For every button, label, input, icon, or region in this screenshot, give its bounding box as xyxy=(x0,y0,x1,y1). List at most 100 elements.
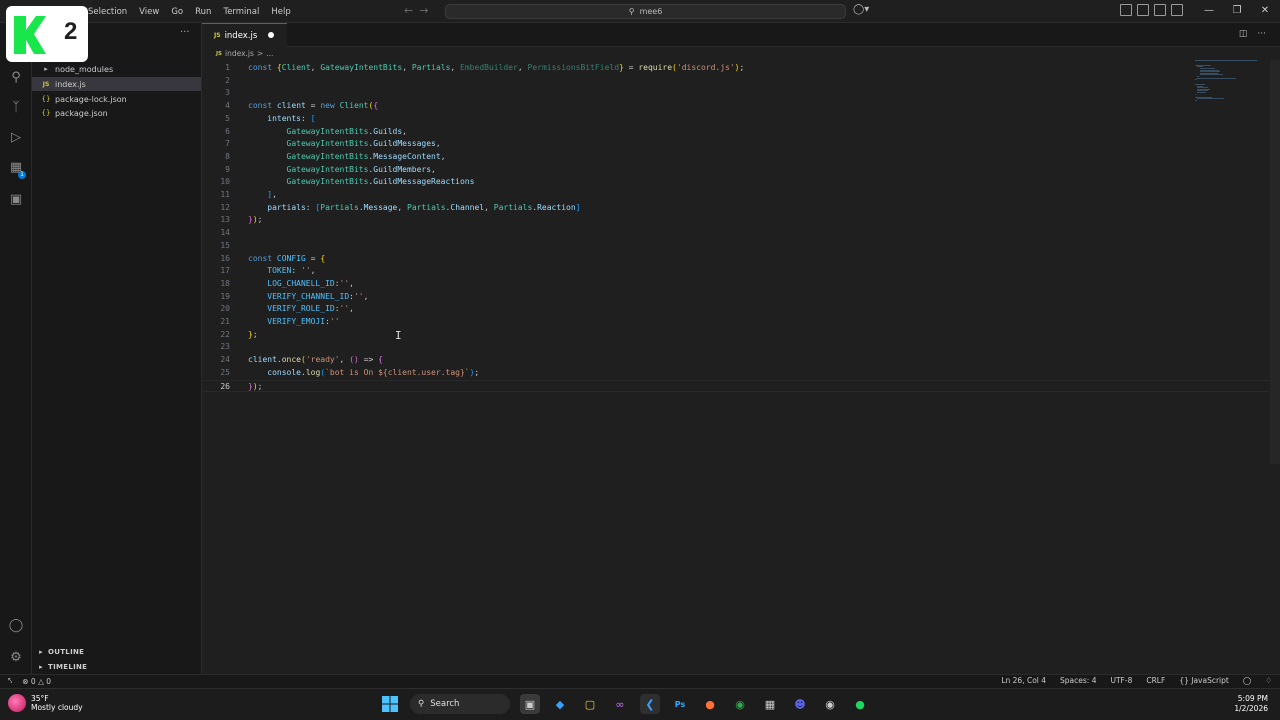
account-icon[interactable]: ◯ xyxy=(7,616,25,634)
copilot-app-icon[interactable]: ◆ xyxy=(550,694,570,714)
line-number[interactable]: 3 xyxy=(202,87,230,100)
line-number[interactable]: 1 xyxy=(202,62,230,75)
code-text[interactable]: GatewayIntentBits.Guilds, xyxy=(248,126,407,139)
line-number[interactable]: 20 xyxy=(202,303,230,316)
line-number[interactable]: 7 xyxy=(202,138,230,151)
code-text[interactable]: GatewayIntentBits.GuildMembers, xyxy=(248,164,436,177)
line-number[interactable]: 18 xyxy=(202,278,230,291)
code-line[interactable]: 10 GatewayIntentBits.GuildMessageReactio… xyxy=(202,176,1270,189)
menu-help[interactable]: Help xyxy=(265,7,296,17)
line-number[interactable]: 19 xyxy=(202,291,230,304)
code-line[interactable]: 1 const {Client, GatewayIntentBits, Parti… xyxy=(202,62,1270,75)
customize-layout-icon[interactable] xyxy=(1171,4,1183,16)
code-line[interactable]: 24 client.once('ready', () => { xyxy=(202,354,1270,367)
code-line[interactable]: 3 xyxy=(202,87,1270,100)
end-of-line[interactable]: CRLF xyxy=(1146,676,1165,685)
line-number[interactable]: 16 xyxy=(202,253,230,266)
discord-icon[interactable]: ☻ xyxy=(790,694,810,714)
line-number[interactable]: 2 xyxy=(202,75,230,88)
code-text[interactable]: console.log(`bot is On ${client.user.tag… xyxy=(248,367,479,380)
code-text[interactable]: LOG_CHANELL_ID:'', xyxy=(248,278,354,291)
taskbar-clock[interactable]: 5:09 PM 1/2/2026 xyxy=(1234,694,1268,714)
tree-item-package-lock-json[interactable]: {} package-lock.json xyxy=(32,92,201,106)
menu-view[interactable]: View xyxy=(133,7,165,17)
close-icon[interactable]: ✕ xyxy=(1251,2,1279,20)
run-debug-icon[interactable]: ▷ xyxy=(7,128,25,146)
code-line[interactable]: 25 console.log(`bot is On ${client.user.… xyxy=(202,367,1270,380)
encoding[interactable]: UTF-8 xyxy=(1110,676,1132,685)
code-text[interactable]: }; xyxy=(248,329,258,342)
visual-studio-icon[interactable]: ∞ xyxy=(610,694,630,714)
code-line[interactable]: 9 GatewayIntentBits.GuildMembers, xyxy=(202,164,1270,177)
code-line[interactable]: 13}); xyxy=(202,214,1270,227)
code-line[interactable]: 15 xyxy=(202,240,1270,253)
code-line[interactable]: 20 VERIFY_ROLE_ID:'', xyxy=(202,303,1270,316)
code-line[interactable]: 4 const client = new Client({ xyxy=(202,100,1270,113)
line-number[interactable]: 21 xyxy=(202,316,230,329)
taskbar-search[interactable]: ⚲ Search xyxy=(410,694,510,714)
code-text[interactable]: GatewayIntentBits.GuildMessageReactions xyxy=(248,176,475,189)
code-text[interactable]: GatewayIntentBits.MessageContent, xyxy=(248,151,446,164)
code-line[interactable]: 5 intents: [ xyxy=(202,113,1270,126)
firefox-icon[interactable]: ● xyxy=(700,694,720,714)
code-text[interactable]: GatewayIntentBits.GuildMessages, xyxy=(248,138,441,151)
copilot-icon[interactable]: ◯▾ xyxy=(853,4,869,15)
line-number[interactable]: 15 xyxy=(202,240,230,253)
code-text[interactable]: VERIFY_ROLE_ID:'', xyxy=(248,303,354,316)
settings-gear-icon[interactable]: ⚙ xyxy=(7,648,25,666)
remote-icon[interactable]: ⤣ xyxy=(8,676,12,686)
notifications-bell-icon[interactable]: ♢ xyxy=(1265,676,1272,685)
toggle-primary-sidebar-icon[interactable] xyxy=(1120,4,1132,16)
search-icon[interactable]: ⚲ xyxy=(7,68,25,86)
unsaved-dot-icon[interactable] xyxy=(268,32,274,38)
code-line[interactable]: 18 LOG_CHANELL_ID:'', xyxy=(202,278,1270,291)
code-line[interactable]: 22}; xyxy=(202,329,1270,342)
vscode-icon[interactable]: ❮ xyxy=(640,694,660,714)
weather-widget[interactable]: 35°F Mostly cloudy xyxy=(8,694,83,712)
windows-start-icon[interactable] xyxy=(380,694,400,714)
remote-explorer-icon[interactable]: ▣ xyxy=(7,190,25,208)
indentation[interactable]: Spaces: 4 xyxy=(1060,676,1096,685)
cursor-position[interactable]: Ln 26, Col 4 xyxy=(1001,676,1046,685)
tree-item-node-modules[interactable]: ▸ node_modules xyxy=(32,62,201,76)
code-line[interactable]: 12 partials: [Partials.Message, Partials… xyxy=(202,202,1270,215)
code-line[interactable]: 7 GatewayIntentBits.GuildMessages, xyxy=(202,138,1270,151)
restore-icon[interactable]: ❐ xyxy=(1223,2,1251,20)
photoshop-icon[interactable]: Ps xyxy=(670,694,690,714)
code-text[interactable]: }); xyxy=(248,381,262,394)
code-text[interactable]: client.once('ready', () => { xyxy=(248,354,383,367)
problems-indicator[interactable]: ⊗ 0 △ 0 xyxy=(22,677,51,686)
menu-selection[interactable]: Selection xyxy=(82,7,133,17)
code-line[interactable]: 6 GatewayIntentBits.Guilds, xyxy=(202,126,1270,139)
tab-index-js[interactable]: JS index.js xyxy=(202,23,287,47)
line-number[interactable]: 26 xyxy=(202,381,230,394)
toggle-panel-icon[interactable] xyxy=(1137,4,1149,16)
code-line[interactable]: 17 TOKEN: '', xyxy=(202,265,1270,278)
github-icon[interactable]: ◉ xyxy=(820,694,840,714)
breadcrumb-file[interactable]: index.js xyxy=(225,49,254,58)
code-line[interactable]: 19 VERIFY_CHANNEL_ID:'', xyxy=(202,291,1270,304)
line-number[interactable]: 8 xyxy=(202,151,230,164)
code-line[interactable]: 11 ], xyxy=(202,189,1270,202)
code-text[interactable]: const {Client, GatewayIntentBits, Partia… xyxy=(248,62,744,75)
code-line[interactable]: 14 xyxy=(202,227,1270,240)
line-number[interactable]: 25 xyxy=(202,367,230,380)
code-text[interactable]: partials: [Partials.Message, Partials.Ch… xyxy=(248,202,580,215)
task-view-icon[interactable]: ▣ xyxy=(520,694,540,714)
editor-scrollbar[interactable] xyxy=(1270,60,1280,464)
tree-item-index-js[interactable]: JS index.js xyxy=(32,77,201,91)
code-text[interactable]: TOKEN: '', xyxy=(248,265,315,278)
line-number[interactable]: 10 xyxy=(202,176,230,189)
line-number[interactable]: 13 xyxy=(202,214,230,227)
menu-run[interactable]: Run xyxy=(189,7,217,17)
line-number[interactable]: 17 xyxy=(202,265,230,278)
chrome-icon[interactable]: ◉ xyxy=(730,694,750,714)
language-mode[interactable]: {} JavaScript xyxy=(1179,676,1229,685)
forward-arrow-icon[interactable]: → xyxy=(419,4,428,17)
file-explorer-icon[interactable]: ▢ xyxy=(580,694,600,714)
code-line[interactable]: 26}); xyxy=(202,379,1270,394)
line-number[interactable]: 11 xyxy=(202,189,230,202)
code-text[interactable]: ], xyxy=(248,189,277,202)
breadcrumb-more[interactable]: ... xyxy=(266,49,273,58)
code-text[interactable]: VERIFY_CHANNEL_ID:'', xyxy=(248,291,368,304)
